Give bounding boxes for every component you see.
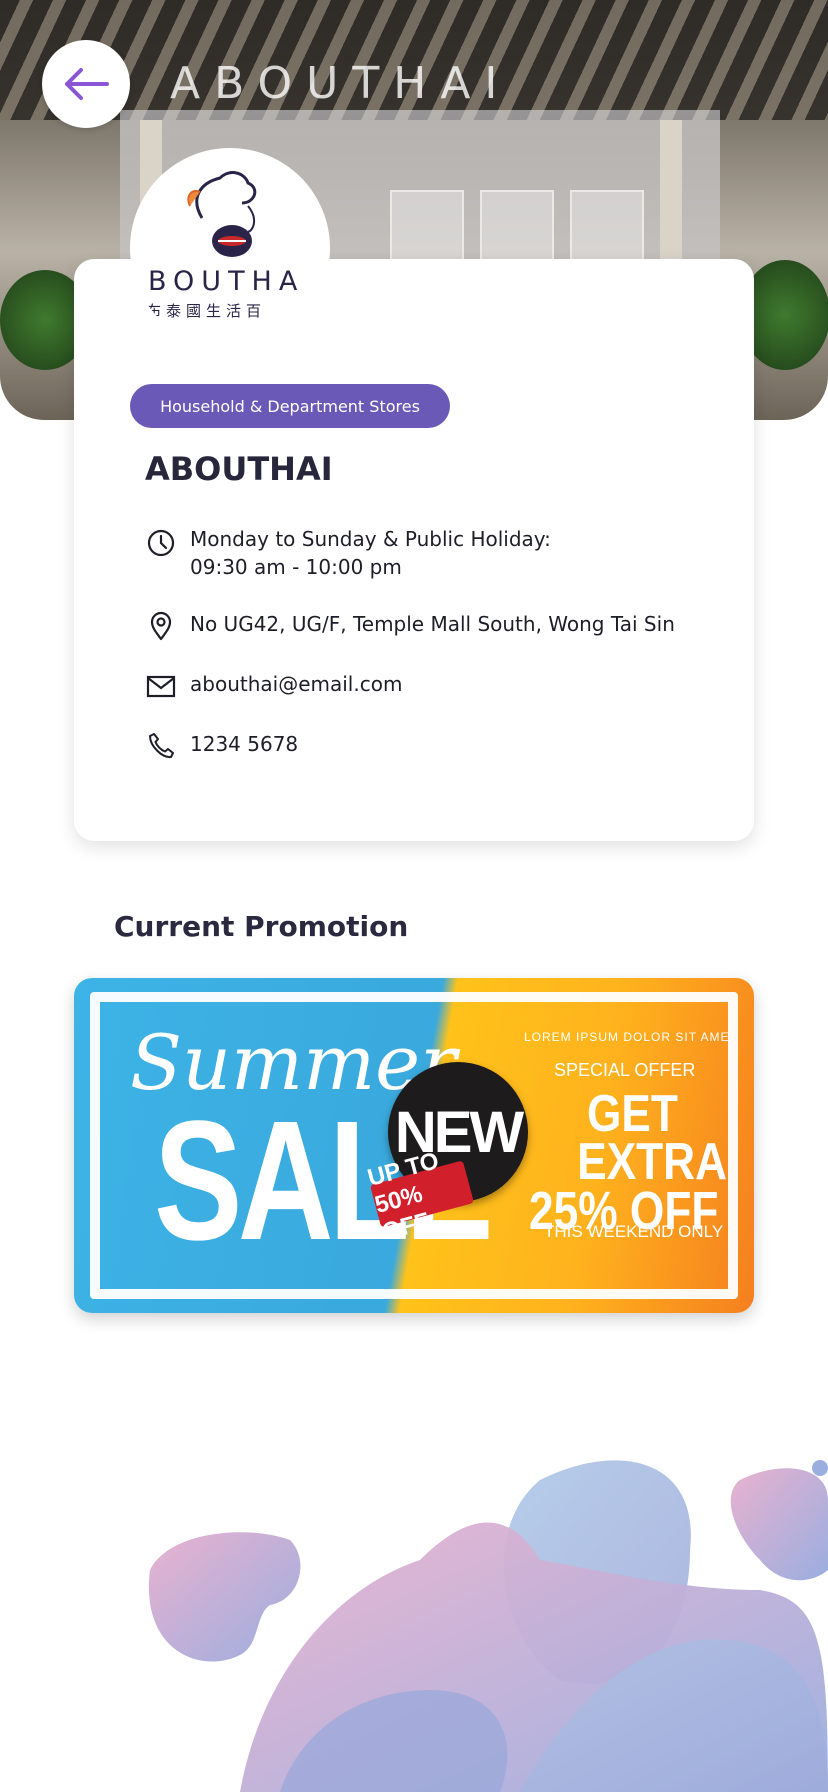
opening-hours-time: 09:30 am - 10:00 pm (190, 555, 402, 579)
decorative-blobs (148, 1460, 828, 1792)
opening-hours-row: Monday to Sunday & Public Holiday: 09:30… (145, 525, 551, 581)
store-email[interactable]: abouthai@email.com (190, 670, 402, 698)
mail-icon (146, 675, 176, 698)
elephant-logo-icon (187, 171, 257, 257)
location-pin-icon (150, 611, 172, 641)
banner-discount-tag: UP TO 50% OFF (365, 1147, 475, 1246)
banner-weekend-text: THIS WEEKEND ONLY (544, 1222, 724, 1241)
email-row[interactable]: abouthai@email.com (145, 670, 402, 702)
back-arrow-icon (65, 68, 109, 100)
back-button[interactable] (42, 40, 130, 128)
clock-icon (147, 529, 175, 557)
store-name: ABOUTHAI (145, 450, 333, 488)
opening-hours: Monday to Sunday & Public Holiday: 09:30… (190, 525, 551, 581)
logo-wordmark: BOUTHA (148, 266, 305, 297)
address-row: No UG42, UG/F, Temple Mall South, Wong T… (145, 610, 675, 642)
phone-icon (149, 733, 174, 759)
phone-row[interactable]: 1234 5678 (145, 730, 298, 762)
category-chip[interactable]: Household & Department Stores (130, 384, 450, 428)
promotion-section-title: Current Promotion (114, 910, 409, 943)
logo-subtitle: 布泰國生活百 (146, 302, 267, 320)
promotion-banner[interactable]: Summer SALE NEW UP TO 50% OFF LOREM IPSU… (74, 978, 754, 1313)
store-address: No UG42, UG/F, Temple Mall South, Wong T… (190, 612, 675, 636)
opening-hours-days: Monday to Sunday & Public Holiday: (190, 527, 551, 551)
hero-sign-text: ABOUTHAI (170, 58, 512, 109)
banner-lorem-text: LOREM IPSUM DOLOR SIT AMET (524, 1030, 738, 1044)
store-phone[interactable]: 1234 5678 (190, 730, 298, 758)
banner-special-offer: SPECIAL OFFER (554, 1060, 696, 1080)
store-logo: BOUTHA 布泰國生活百 (130, 148, 330, 348)
